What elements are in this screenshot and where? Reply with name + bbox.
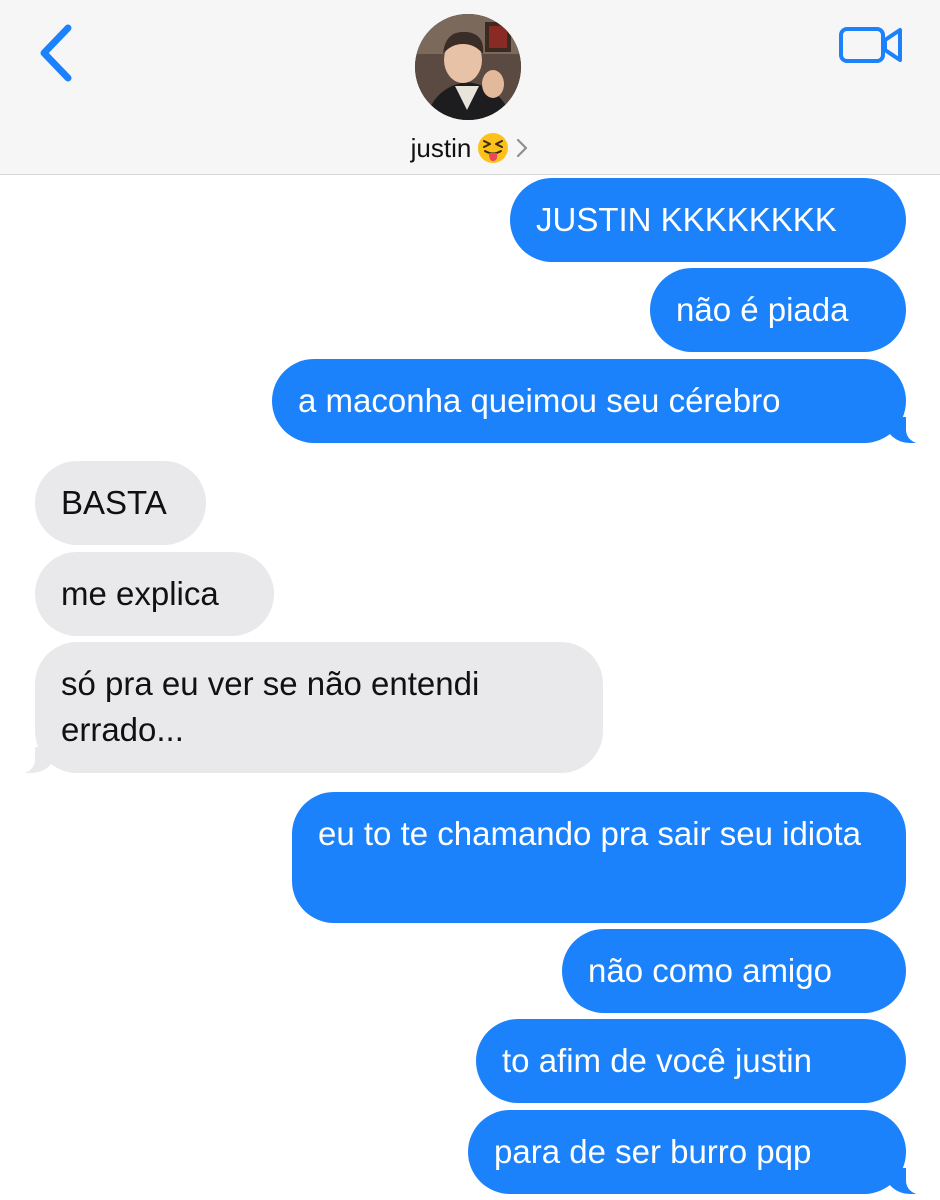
chevron-right-icon: [517, 138, 528, 158]
message-text: para de ser burro pqp: [494, 1133, 812, 1170]
message-text: me explica: [61, 575, 219, 612]
squinting-face-with-tongue-icon: [478, 133, 509, 163]
received-message[interactable]: só pra eu ver se não entendi errado...: [13, 642, 603, 774]
message-text: a maconha queimou seu cérebro: [298, 382, 781, 419]
message-text: JUSTIN KKKKKKKK: [536, 201, 837, 238]
message-text: não é piada: [676, 291, 849, 328]
avatar[interactable]: [415, 14, 521, 120]
sent-message[interactable]: a maconha queimou seu cérebro: [272, 359, 928, 444]
contact-name: justin: [410, 132, 472, 163]
back-button[interactable]: [36, 22, 80, 84]
video-camera-icon: [839, 27, 902, 63]
sent-message[interactable]: não como amigo: [562, 929, 906, 1013]
message-thread[interactable]: JUSTIN KKKKKKKK não é piada a maconha qu…: [0, 176, 940, 1200]
message-text: só pra eu ver se não entendi errado...: [61, 665, 480, 748]
message-text: não como amigo: [588, 952, 832, 989]
conversation-header: justin: [0, 0, 940, 175]
message-text: to afim de você justin: [502, 1042, 812, 1079]
contact-avatar-photo: [415, 14, 521, 120]
chevron-left-icon: [40, 24, 72, 82]
sent-message[interactable]: não é piada: [650, 268, 906, 352]
sent-message[interactable]: to afim de você justin: [476, 1019, 906, 1103]
received-message[interactable]: me explica: [35, 552, 274, 636]
sent-message[interactable]: JUSTIN KKKKKKKK: [510, 178, 906, 262]
sent-message[interactable]: para de ser burro pqp: [468, 1110, 928, 1195]
contact-name-button[interactable]: justin: [0, 128, 940, 168]
message-text: eu to te chamando pra sair seu idiota: [318, 815, 862, 852]
received-message[interactable]: BASTA: [35, 461, 206, 545]
sent-message[interactable]: eu to te chamando pra sair seu idiota: [292, 792, 906, 923]
message-text: BASTA: [61, 484, 167, 521]
facetime-video-button[interactable]: [838, 22, 904, 68]
